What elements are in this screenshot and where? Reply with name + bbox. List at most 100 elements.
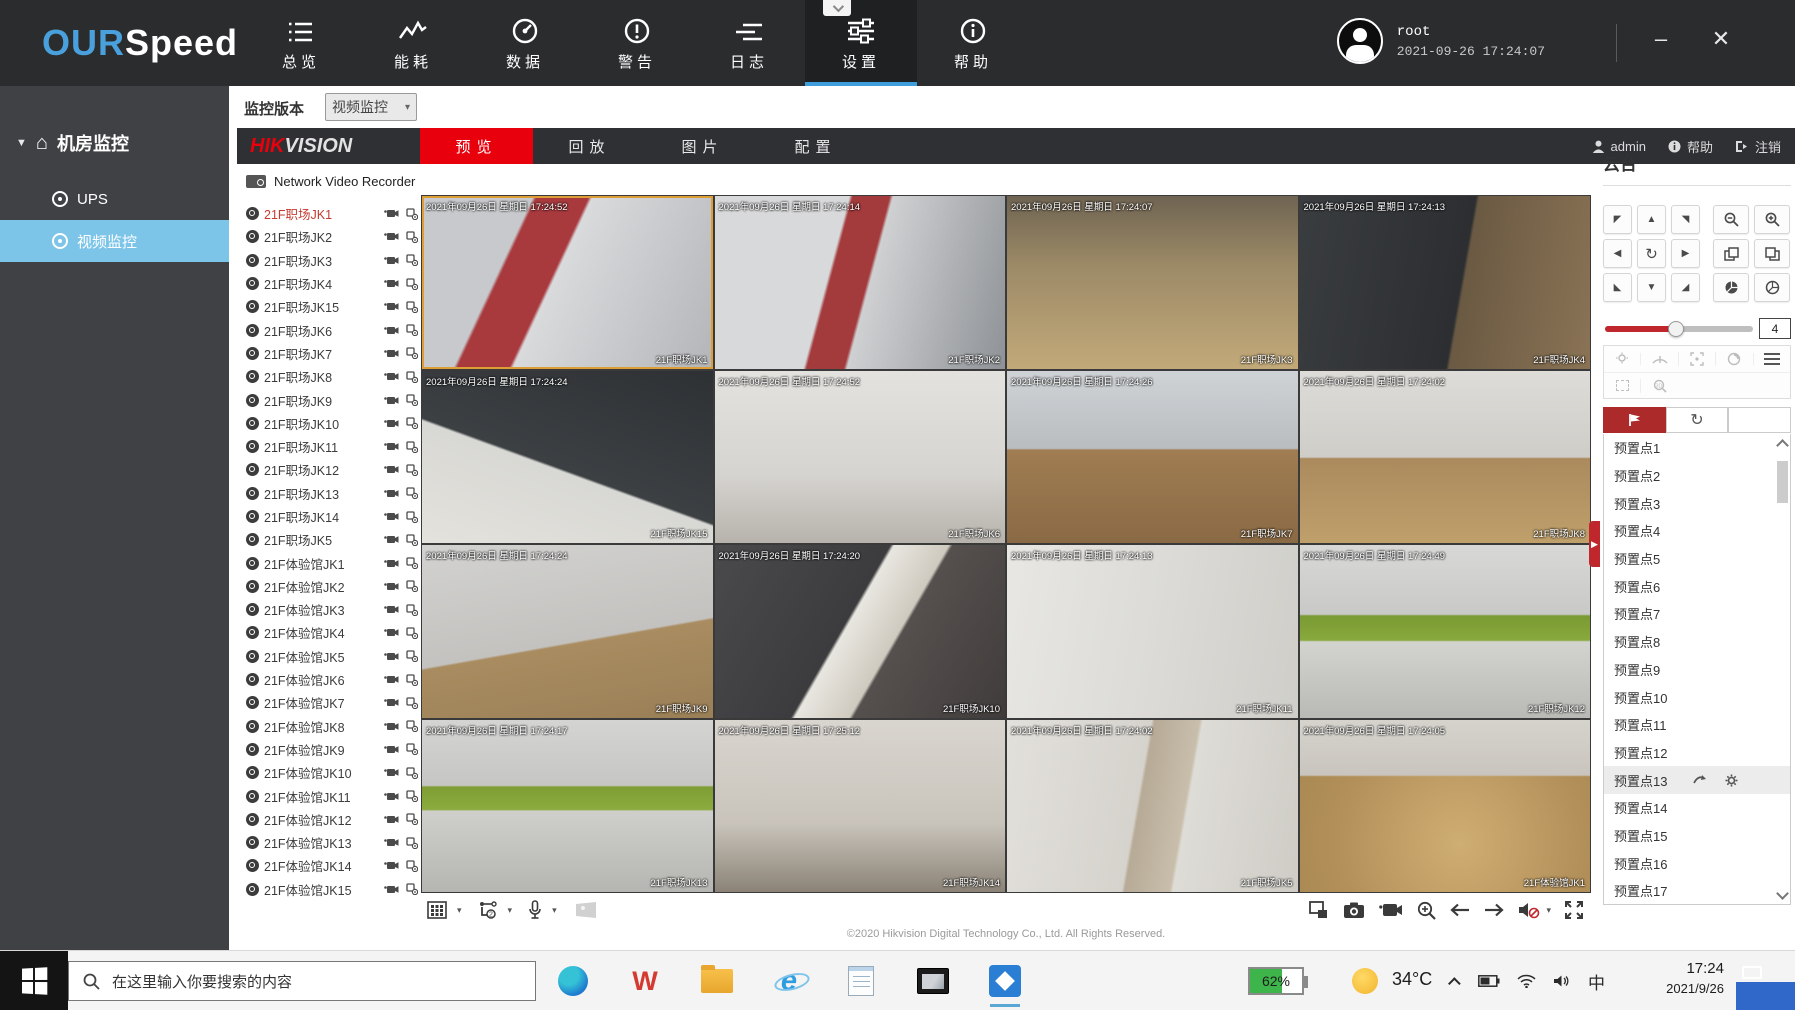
notification-collapse-tab[interactable]: [823, 0, 851, 16]
focus-near-button[interactable]: [1754, 239, 1790, 268]
tab-preview[interactable]: 预览: [420, 128, 533, 164]
nav-help[interactable]: 帮助: [917, 0, 1029, 86]
camera-config-button[interactable]: [406, 743, 418, 755]
scroll-up-arrow[interactable]: [1776, 439, 1789, 452]
camera-list-item[interactable]: 21F职场JK4: [246, 272, 418, 295]
camera-list-item[interactable]: 21F职场JK2: [246, 225, 418, 248]
tray-expand-icon[interactable]: [1448, 977, 1461, 990]
start-record-button[interactable]: [384, 697, 399, 708]
camera-config-button[interactable]: [406, 650, 418, 662]
preset-item[interactable]: 预置点7: [1604, 600, 1790, 628]
camera-list-item[interactable]: 21F体验馆JK8: [246, 715, 418, 738]
video-tile[interactable]: 2021年09月26日 星期日 17:24:2621F职场JK7: [1007, 371, 1298, 544]
layout-grid-button[interactable]: [427, 901, 447, 919]
nav-settings[interactable]: 设置: [805, 0, 917, 86]
camera-config-button[interactable]: [406, 394, 418, 406]
start-record-button[interactable]: [384, 301, 399, 312]
start-record-button[interactable]: [384, 721, 399, 732]
close-button[interactable]: ✕: [1705, 26, 1737, 52]
set-preset-button[interactable]: [1725, 774, 1738, 787]
ptz-down-right-button[interactable]: ◢: [1671, 273, 1700, 302]
camera-config-button[interactable]: [406, 254, 418, 266]
zoom-in-button[interactable]: [1754, 205, 1790, 234]
taskbar-clock[interactable]: 17:24 2021/9/26: [1638, 960, 1724, 996]
camera-config-button[interactable]: [406, 604, 418, 616]
sidebar-item-video-monitor[interactable]: 视频监控: [0, 220, 229, 262]
weather-sun-icon[interactable]: [1352, 968, 1378, 994]
wiper-button[interactable]: [1640, 353, 1677, 365]
start-record-button[interactable]: [384, 371, 399, 382]
video-tile[interactable]: 2021年09月26日 星期日 17:24:5221F职场JK1: [422, 196, 713, 369]
auto-pan-button[interactable]: [1604, 380, 1640, 391]
camera-list-item[interactable]: 21F体验馆JK10: [246, 761, 418, 784]
camera-config-button[interactable]: [406, 441, 418, 453]
camera-config-button[interactable]: [406, 487, 418, 499]
start-record-button[interactable]: [384, 558, 399, 569]
video-tile[interactable]: 2021年09月26日 星期日 17:24:5221F职场JK6: [715, 371, 1006, 544]
tab-presets-flag[interactable]: [1603, 407, 1666, 433]
start-record-button[interactable]: [384, 395, 399, 406]
camera-list-item[interactable]: 21F体验馆JK13: [246, 831, 418, 854]
iris-close-button[interactable]: [1713, 273, 1749, 302]
start-record-button[interactable]: [384, 534, 399, 545]
preset-item[interactable]: 预置点8: [1604, 628, 1790, 656]
ptz-up-left-button[interactable]: ◤: [1603, 205, 1632, 234]
start-record-button[interactable]: [384, 604, 399, 615]
zoom-out-button[interactable]: [1713, 205, 1749, 234]
iris-open-button[interactable]: [1754, 273, 1790, 302]
camera-list-item[interactable]: 21F体验馆JK5: [246, 645, 418, 668]
tab-patrol-refresh[interactable]: ↻: [1666, 407, 1729, 433]
slider-track[interactable]: [1605, 326, 1753, 332]
video-tile[interactable]: 2021年09月26日 星期日 17:24:1421F职场JK2: [715, 196, 1006, 369]
camera-list-item[interactable]: 21F体验馆JK14: [246, 854, 418, 877]
camera-config-button[interactable]: [406, 557, 418, 569]
camera-config-button[interactable]: [406, 534, 418, 546]
camera-config-button[interactable]: [406, 208, 418, 220]
monitor-client-app-icon[interactable]: [988, 964, 1022, 998]
next-page-button[interactable]: [1484, 903, 1504, 917]
temperature-text[interactable]: 34°C: [1392, 969, 1432, 990]
video-tile[interactable]: 2021年09月26日 星期日 17:25:1221F职场JK14: [715, 720, 1006, 893]
camera-list-item[interactable]: 21F职场JK13: [246, 482, 418, 505]
ime-indicator[interactable]: 中: [1588, 969, 1605, 994]
tab-picture[interactable]: 图片: [646, 128, 759, 164]
tab-empty[interactable]: [1728, 407, 1791, 433]
start-record-button[interactable]: [384, 791, 399, 802]
video-tile[interactable]: 2021年09月26日 星期日 17:24:0721F职场JK3: [1007, 196, 1298, 369]
camera-config-button[interactable]: [406, 324, 418, 336]
start-record-button[interactable]: [384, 325, 399, 336]
camera-config-button[interactable]: [406, 278, 418, 290]
camera-config-button[interactable]: [406, 837, 418, 849]
camera-list-item[interactable]: 21F职场JK12: [246, 458, 418, 481]
preset-item[interactable]: 预置点16: [1604, 849, 1790, 877]
preset-item[interactable]: 预置点15: [1604, 822, 1790, 850]
camera-list-item[interactable]: 21F体验馆JK6: [246, 668, 418, 691]
preset-item[interactable]: 预置点3: [1604, 489, 1790, 517]
light-button[interactable]: [1604, 352, 1640, 366]
video-tile[interactable]: 2021年09月26日 星期日 17:24:1321F职场JK11: [1007, 545, 1298, 718]
camera-list-item[interactable]: 21F职场JK8: [246, 365, 418, 388]
minimize-button[interactable]: –: [1645, 26, 1677, 52]
camera-config-button[interactable]: [406, 627, 418, 639]
video-tile[interactable]: 2021年09月26日 星期日 17:24:0221F职场JK8: [1300, 371, 1591, 544]
camera-config-button[interactable]: [406, 813, 418, 825]
camera-list-item[interactable]: 21F职场JK6: [246, 318, 418, 341]
start-record-button[interactable]: [384, 884, 399, 895]
edge-app-icon[interactable]: [556, 964, 590, 998]
start-record-button[interactable]: [384, 837, 399, 848]
camera-config-button[interactable]: [406, 860, 418, 872]
start-record-button[interactable]: [384, 441, 399, 452]
camera-list-item[interactable]: 21F职场JK1: [246, 202, 418, 225]
preset-item[interactable]: 预置点13: [1604, 766, 1790, 794]
camera-list-item[interactable]: 21F职场JK9: [246, 388, 418, 411]
ptz-menu-button[interactable]: [1753, 353, 1790, 365]
nvr-header[interactable]: Network Video Recorder: [246, 174, 415, 189]
camera-config-button[interactable]: [406, 464, 418, 476]
preset-item[interactable]: 预置点12: [1604, 739, 1790, 767]
preset-item[interactable]: 预置点10: [1604, 683, 1790, 711]
start-record-button[interactable]: [384, 627, 399, 638]
3d-position-button[interactable]: [1678, 352, 1715, 366]
video-tile[interactable]: 2021年09月26日 星期日 17:24:1721F职场JK13: [422, 720, 713, 893]
nav-overview[interactable]: 总览: [245, 0, 357, 86]
lens-init-button[interactable]: [1715, 352, 1752, 366]
